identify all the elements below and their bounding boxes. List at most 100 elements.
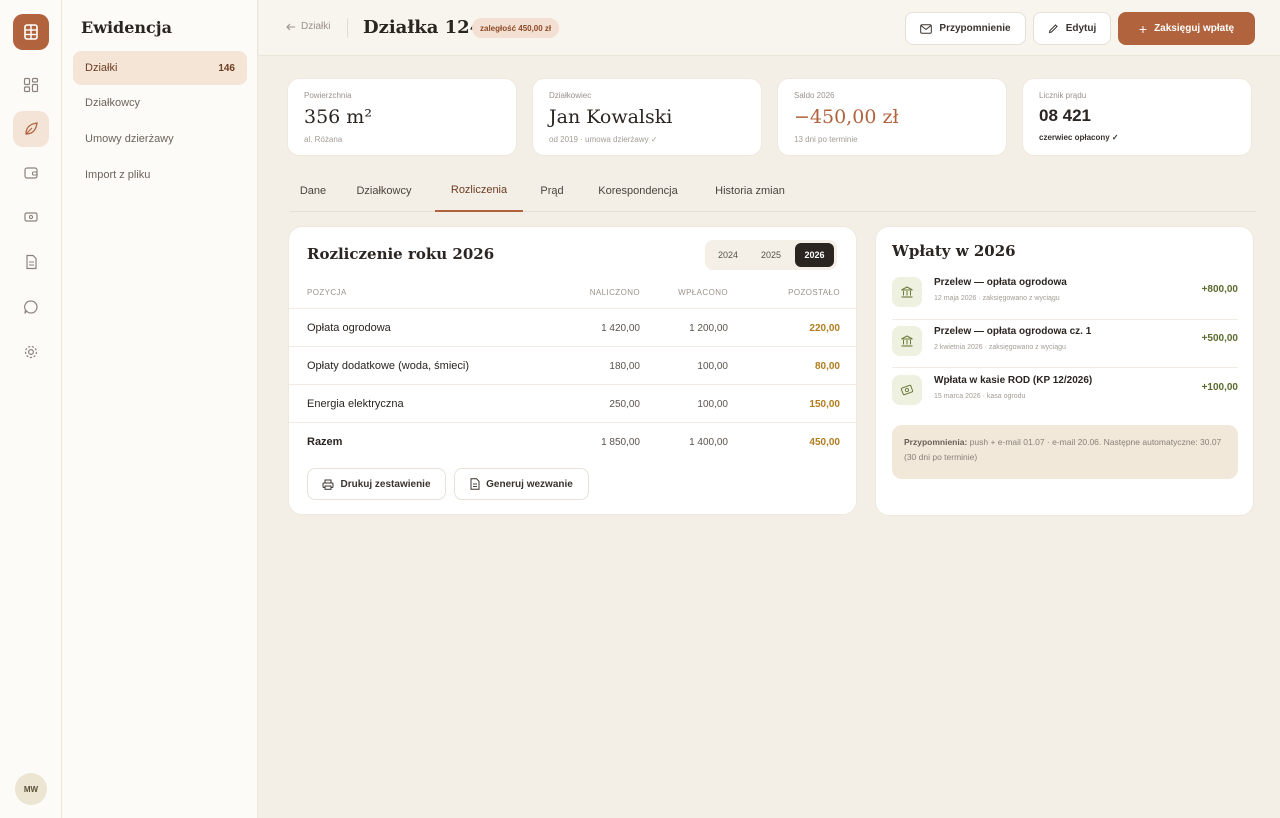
row-name: Energia elektryczna <box>307 398 404 410</box>
reminder-label: Przypomnienia: <box>904 437 968 447</box>
rail-payments[interactable] <box>13 155 49 191</box>
debt-badge: zaległość 450,00 zł <box>472 18 560 38</box>
row-paid: 1 200,00 <box>689 322 728 334</box>
book-payment-button-label: Zaksięguj wpłatę <box>1154 23 1235 34</box>
tab-electricity[interactable]: Prąd <box>534 170 570 211</box>
row-paid: 100,00 <box>697 360 728 372</box>
stat-label: Saldo 2026 <box>794 91 835 100</box>
row-name: Opłaty dodatkowe (woda, śmieci) <box>307 360 470 372</box>
sidebar-item-label: Działki <box>85 62 118 74</box>
chat-icon <box>24 300 38 314</box>
sidebar-item-plots[interactable]: Działki 146 <box>73 51 247 85</box>
payment-item[interactable]: Wpłata w kasie ROD (KP 12/2026) 15 marca… <box>892 367 1238 415</box>
payment-title: Przelew — opłata ogrodowa <box>934 277 1067 288</box>
stat-card-gardener[interactable]: Działkowiec Jan Kowalski od 2019 · umowa… <box>532 78 762 156</box>
payment-sub: 2 kwietnia 2026 · zaksięgowano z wyciągu <box>934 344 1066 351</box>
sidebar-item-count: 146 <box>218 62 235 74</box>
sidebar-item-leases[interactable]: Umowy dzierżawy <box>73 122 247 156</box>
payment-sub: 12 maja 2026 · zaksięgowano z wyciągu <box>934 295 1060 302</box>
payment-item[interactable]: Przelew — opłata ogrodowa cz. 1 2 kwietn… <box>892 318 1238 366</box>
stat-value: −450,00 zł <box>794 106 899 128</box>
year-2024[interactable]: 2024 <box>709 243 747 267</box>
page-header: Działki Działka 124 zaległość 450,00 zł … <box>259 0 1280 56</box>
print-summary-label: Drukuj zestawienie <box>340 478 431 490</box>
user-avatar[interactable]: MW <box>15 773 47 805</box>
leaf-icon <box>25 122 38 135</box>
logo-icon <box>24 24 38 40</box>
tab-settlements[interactable]: Rozliczenia <box>435 170 523 212</box>
dashboard-icon <box>23 77 39 93</box>
wallet-icon <box>24 167 38 179</box>
column-header: POZOSTAŁO <box>788 288 840 297</box>
reminder-note: Przypomnienia: push + e-mail 01.07 · e-m… <box>892 425 1238 479</box>
payment-title: Wpłata w kasie ROD (KP 12/2026) <box>934 375 1093 386</box>
column-header: WPŁACONO <box>678 288 728 297</box>
rail-settings[interactable] <box>13 334 49 370</box>
generate-summons-button[interactable]: Generuj wezwanie <box>454 468 589 500</box>
document-icon <box>26 254 37 270</box>
tab-gardeners[interactable]: Działkowcy <box>348 170 420 211</box>
printer-icon <box>322 479 334 490</box>
bank-icon <box>892 326 922 356</box>
pencil-icon <box>1048 24 1058 34</box>
payment-sub: 15 marca 2026 · kasa ogrodu <box>934 393 1026 400</box>
reminder-button[interactable]: Przypomnienie <box>905 12 1026 45</box>
stat-value: 356 m² <box>304 106 372 128</box>
sidebar-item-label: Import z pliku <box>85 169 151 181</box>
settings-icon <box>24 345 38 359</box>
header-divider <box>347 18 348 38</box>
page-title: Działka 124 <box>363 17 483 38</box>
rail-documents[interactable] <box>13 244 49 280</box>
tab-data[interactable]: Dane <box>290 170 336 211</box>
stat-label: Licznik prądu <box>1039 91 1087 100</box>
rail-dashboard[interactable] <box>13 67 49 103</box>
sidebar: Ewidencja Działki 146 Działkowcy Umowy d… <box>62 0 258 818</box>
tab-history[interactable]: Historia zmian <box>704 170 796 211</box>
rail-messages[interactable] <box>13 289 49 325</box>
stat-sub: 13 dni po terminie <box>794 135 858 144</box>
payment-amount: +500,00 <box>1201 333 1238 344</box>
row-paid: 100,00 <box>697 398 728 410</box>
row-name: Opłata ogrodowa <box>307 322 391 334</box>
row-charged: 250,00 <box>609 398 640 410</box>
stat-sub: od 2019 · umowa dzierżawy ✓ <box>549 135 658 144</box>
payments-title: Wpłaty w 2026 <box>892 242 1016 260</box>
app-logo[interactable] <box>13 14 49 50</box>
table-row-total: Razem 1 850,00 1 400,00 450,00 <box>289 422 857 460</box>
tab-bar: Dane Działkowcy Rozliczenia Prąd Korespo… <box>290 170 1256 212</box>
book-payment-button[interactable]: + Zaksięguj wpłatę <box>1118 12 1255 45</box>
stat-label: Działkowiec <box>549 91 592 100</box>
payment-amount: +100,00 <box>1201 382 1238 393</box>
print-summary-button[interactable]: Drukuj zestawienie <box>307 468 446 500</box>
edit-button-label: Edytuj <box>1065 23 1097 34</box>
row-remaining: 450,00 <box>809 436 840 448</box>
row-charged: 1 420,00 <box>601 322 640 334</box>
sidebar-item-label: Działkowcy <box>85 97 141 109</box>
stat-card-meter: Licznik prądu 08 421 czerwiec opłacony ✓ <box>1022 78 1252 156</box>
settlement-card: Rozliczenie roku 2026 2024 2025 2026 POZ… <box>288 226 857 515</box>
year-2025[interactable]: 2025 <box>752 243 790 267</box>
stat-value: 08 421 <box>1039 106 1091 125</box>
stat-card-area: Powierzchnia 356 m² al. Różana <box>287 78 517 156</box>
back-link[interactable]: Działki <box>286 21 330 32</box>
row-remaining: 220,00 <box>809 322 840 334</box>
payment-amount: +800,00 <box>1201 284 1238 295</box>
rail-invoices[interactable] <box>13 199 49 235</box>
sidebar-item-gardeners[interactable]: Działkowcy <box>73 86 247 120</box>
column-header: NALICZONO <box>589 288 640 297</box>
year-2026[interactable]: 2026 <box>795 243 834 267</box>
payment-title: Przelew — opłata ogrodowa cz. 1 <box>934 326 1092 337</box>
rail-plots[interactable] <box>13 111 49 147</box>
tab-correspondence[interactable]: Korespondencja <box>588 170 688 211</box>
payment-item[interactable]: Przelew — opłata ogrodowa 12 maja 2026 ·… <box>892 269 1238 317</box>
stat-value: Jan Kowalski <box>549 106 673 128</box>
row-paid: 1 400,00 <box>689 436 728 448</box>
edit-button[interactable]: Edytuj <box>1033 12 1111 45</box>
payments-card: Wpłaty w 2026 Przelew — opłata ogrodowa … <box>875 226 1254 516</box>
table-row: Opłata ogrodowa 1 420,00 1 200,00 220,00 <box>289 308 857 346</box>
back-link-label: Działki <box>301 21 331 32</box>
row-name: Razem <box>307 436 343 448</box>
plus-icon: + <box>1138 20 1148 37</box>
icon-rail: MW <box>0 0 62 818</box>
sidebar-item-import[interactable]: Import z pliku <box>73 158 247 192</box>
